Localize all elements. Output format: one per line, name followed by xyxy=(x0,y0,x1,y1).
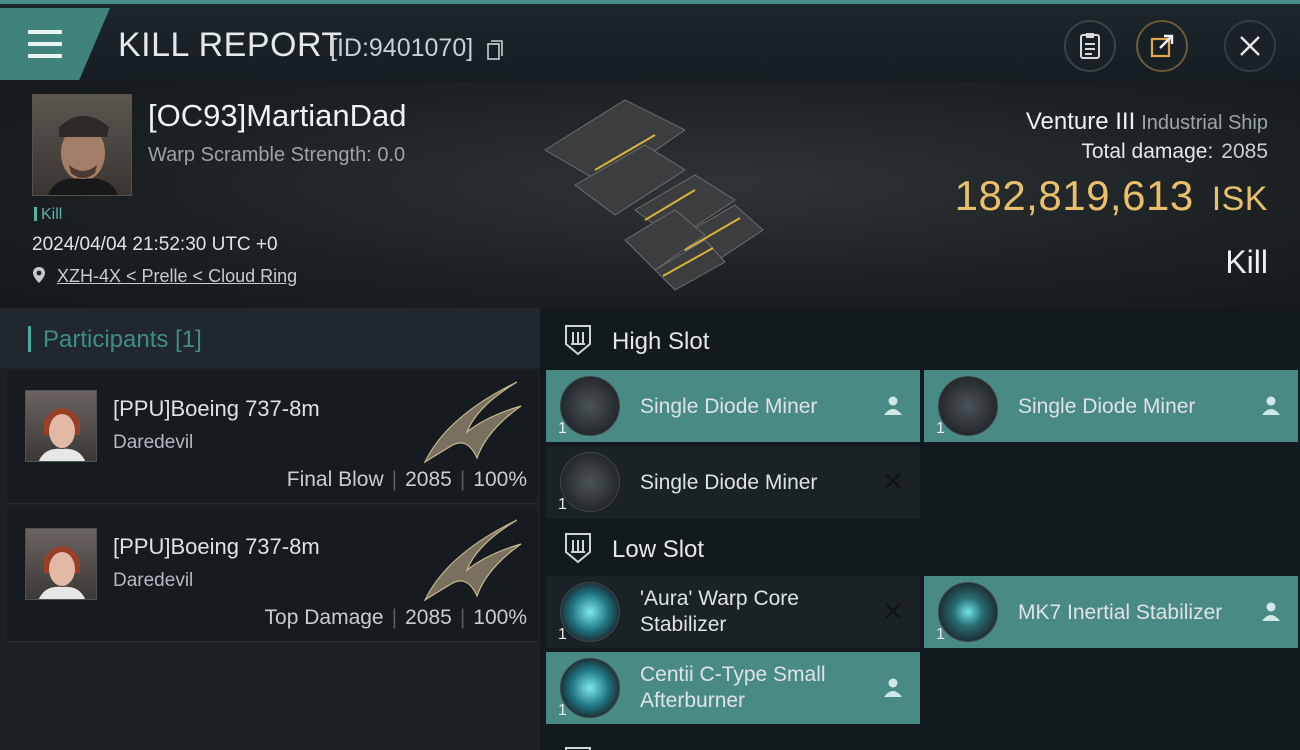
module-high-slot-3[interactable]: 1 Single Diode Miner xyxy=(546,446,920,518)
module-low-slot-3[interactable]: 1 Centii C-Type Small Afterburner xyxy=(546,652,920,724)
module-quantity: 1 xyxy=(936,626,945,643)
dropped-person-icon xyxy=(884,396,902,415)
kill-tag: Kill xyxy=(34,206,62,224)
high-slot-label: High Slot xyxy=(612,328,710,355)
isk-amount: 182,819,613 xyxy=(954,172,1194,219)
participant-role: Top Damage xyxy=(264,606,384,629)
victim-name: [OC93]MartianDad xyxy=(148,98,407,133)
location-link[interactable]: XZH-4X < Prelle < Cloud Ring xyxy=(57,266,297,286)
module-name: Centii C-Type Small Afterburner xyxy=(640,663,826,712)
module-name: Single Diode Miner xyxy=(640,471,818,494)
inertial-stabilizer-icon xyxy=(938,582,998,642)
kill-datetime: 2024/04/04 21:52:30 UTC +0 xyxy=(32,234,278,255)
total-damage: Total damage: 2085 xyxy=(1081,140,1268,164)
next-slot-header xyxy=(540,732,1300,750)
participant-name: [PPU]Boeing 737-8m xyxy=(113,396,320,421)
module-name: 'Aura' Warp Core Stabilizer xyxy=(640,587,799,636)
module-quantity: 1 xyxy=(558,626,567,643)
kill-result: Kill xyxy=(1225,244,1268,280)
fitting-panel: High Slot 1 Single Diode Miner 1 Single … xyxy=(540,308,1300,750)
slot-icon xyxy=(565,747,591,750)
close-button[interactable] xyxy=(1224,20,1276,72)
participant-percent: 100% xyxy=(473,606,527,629)
victim-avatar-image xyxy=(47,116,119,195)
module-quantity: 1 xyxy=(558,702,567,719)
total-damage-label: Total damage: xyxy=(1081,140,1214,163)
warp-scramble-strength: Warp Scramble Strength: 0.0 xyxy=(148,144,406,166)
module-quantity: 1 xyxy=(558,496,567,513)
warp-core-stabilizer-icon xyxy=(560,582,620,642)
share-icon xyxy=(1150,34,1174,58)
clipboard-button[interactable] xyxy=(1064,20,1116,72)
module-quantity: 1 xyxy=(558,420,567,437)
participant-portrait-image xyxy=(38,546,86,599)
victim-ship: Venture III Industrial Ship xyxy=(1026,108,1268,136)
total-damage-value: 2085 xyxy=(1221,140,1268,163)
module-name: Single Diode Miner xyxy=(640,395,818,418)
module-name: Single Diode Miner xyxy=(1018,395,1196,418)
share-button[interactable] xyxy=(1136,20,1188,72)
ship-class: Industrial Ship xyxy=(1141,112,1268,134)
participant-damage: 2085 xyxy=(405,468,452,491)
participant-avatar[interactable] xyxy=(25,390,97,462)
dropped-person-icon xyxy=(1262,602,1280,621)
participant-row[interactable]: [PPU]Boeing 737-8m Daredevil Top Damage |… xyxy=(7,508,537,642)
kill-location[interactable]: XZH-4X < Prelle < Cloud Ring xyxy=(32,266,297,287)
module-high-slot-2[interactable]: 1 Single Diode Miner xyxy=(924,370,1298,442)
module-quantity: 1 xyxy=(936,420,945,437)
participant-percent: 100% xyxy=(473,468,527,491)
participant-avatar[interactable] xyxy=(25,528,97,600)
dropped-person-icon xyxy=(884,678,902,697)
victim-summary: [OC93]MartianDad Warp Scramble Strength:… xyxy=(0,82,1300,308)
isk-unit: ISK xyxy=(1211,180,1268,218)
ship-name: Venture III xyxy=(1025,108,1136,135)
participant-row[interactable]: [PPU]Boeing 737-8m Daredevil Final Blow |… xyxy=(7,370,537,504)
victim-ship-image xyxy=(544,99,764,291)
destroyed-x-icon xyxy=(885,603,901,619)
afterburner-icon xyxy=(560,658,620,718)
mining-laser-icon xyxy=(938,376,998,436)
module-high-slot-1[interactable]: 1 Single Diode Miner xyxy=(546,370,920,442)
participants-panel: Participants [1] [PPU]Boeing 737-8m Dare… xyxy=(0,308,540,750)
participant-stats: Top Damage | 2085 | 100% xyxy=(264,606,527,629)
high-slot-header: High Slot xyxy=(540,310,1300,372)
victim-portrait[interactable] xyxy=(32,94,132,196)
report-id: [ID:9401070] xyxy=(330,34,474,62)
isk-value: 182,819,613 ISK xyxy=(955,172,1268,220)
high-slot-icon xyxy=(565,325,591,356)
hamburger-menu-icon xyxy=(28,30,62,60)
participant-name: [PPU]Boeing 737-8m xyxy=(113,534,320,559)
low-slot-header: Low Slot xyxy=(540,518,1300,580)
close-icon xyxy=(1240,36,1260,56)
mining-laser-icon xyxy=(560,452,620,512)
copy-icon[interactable] xyxy=(487,40,503,60)
low-slot-icon xyxy=(565,533,591,564)
participant-ship: Daredevil xyxy=(113,570,194,591)
participant-ship: Daredevil xyxy=(113,432,194,453)
module-low-slot-1[interactable]: 1 'Aura' Warp Core Stabilizer xyxy=(546,576,920,648)
participants-header: Participants [1] xyxy=(0,308,540,368)
mining-laser-icon xyxy=(560,376,620,436)
destroyed-x-icon xyxy=(885,473,901,489)
participant-role: Final Blow xyxy=(286,468,384,491)
module-low-slot-2[interactable]: 1 MK7 Inertial Stabilizer xyxy=(924,576,1298,648)
participant-damage: 2085 xyxy=(405,606,452,629)
menu-button[interactable] xyxy=(0,8,110,80)
page-title: KILL REPORT xyxy=(118,26,343,64)
participant-portrait-image xyxy=(38,408,86,461)
participant-stats: Final Blow | 2085 | 100% xyxy=(286,468,527,491)
location-pin-icon xyxy=(33,267,45,283)
participant-ship-image xyxy=(423,519,522,602)
clipboard-icon xyxy=(1080,33,1100,59)
participant-ship-image xyxy=(423,381,522,464)
header-bar: KILL REPORT [ID:9401070] xyxy=(0,0,1300,82)
participants-title: Participants [1] xyxy=(28,326,202,354)
low-slot-label: Low Slot xyxy=(612,536,705,563)
dropped-person-icon xyxy=(1262,396,1280,415)
module-name: MK7 Inertial Stabilizer xyxy=(1018,601,1223,624)
